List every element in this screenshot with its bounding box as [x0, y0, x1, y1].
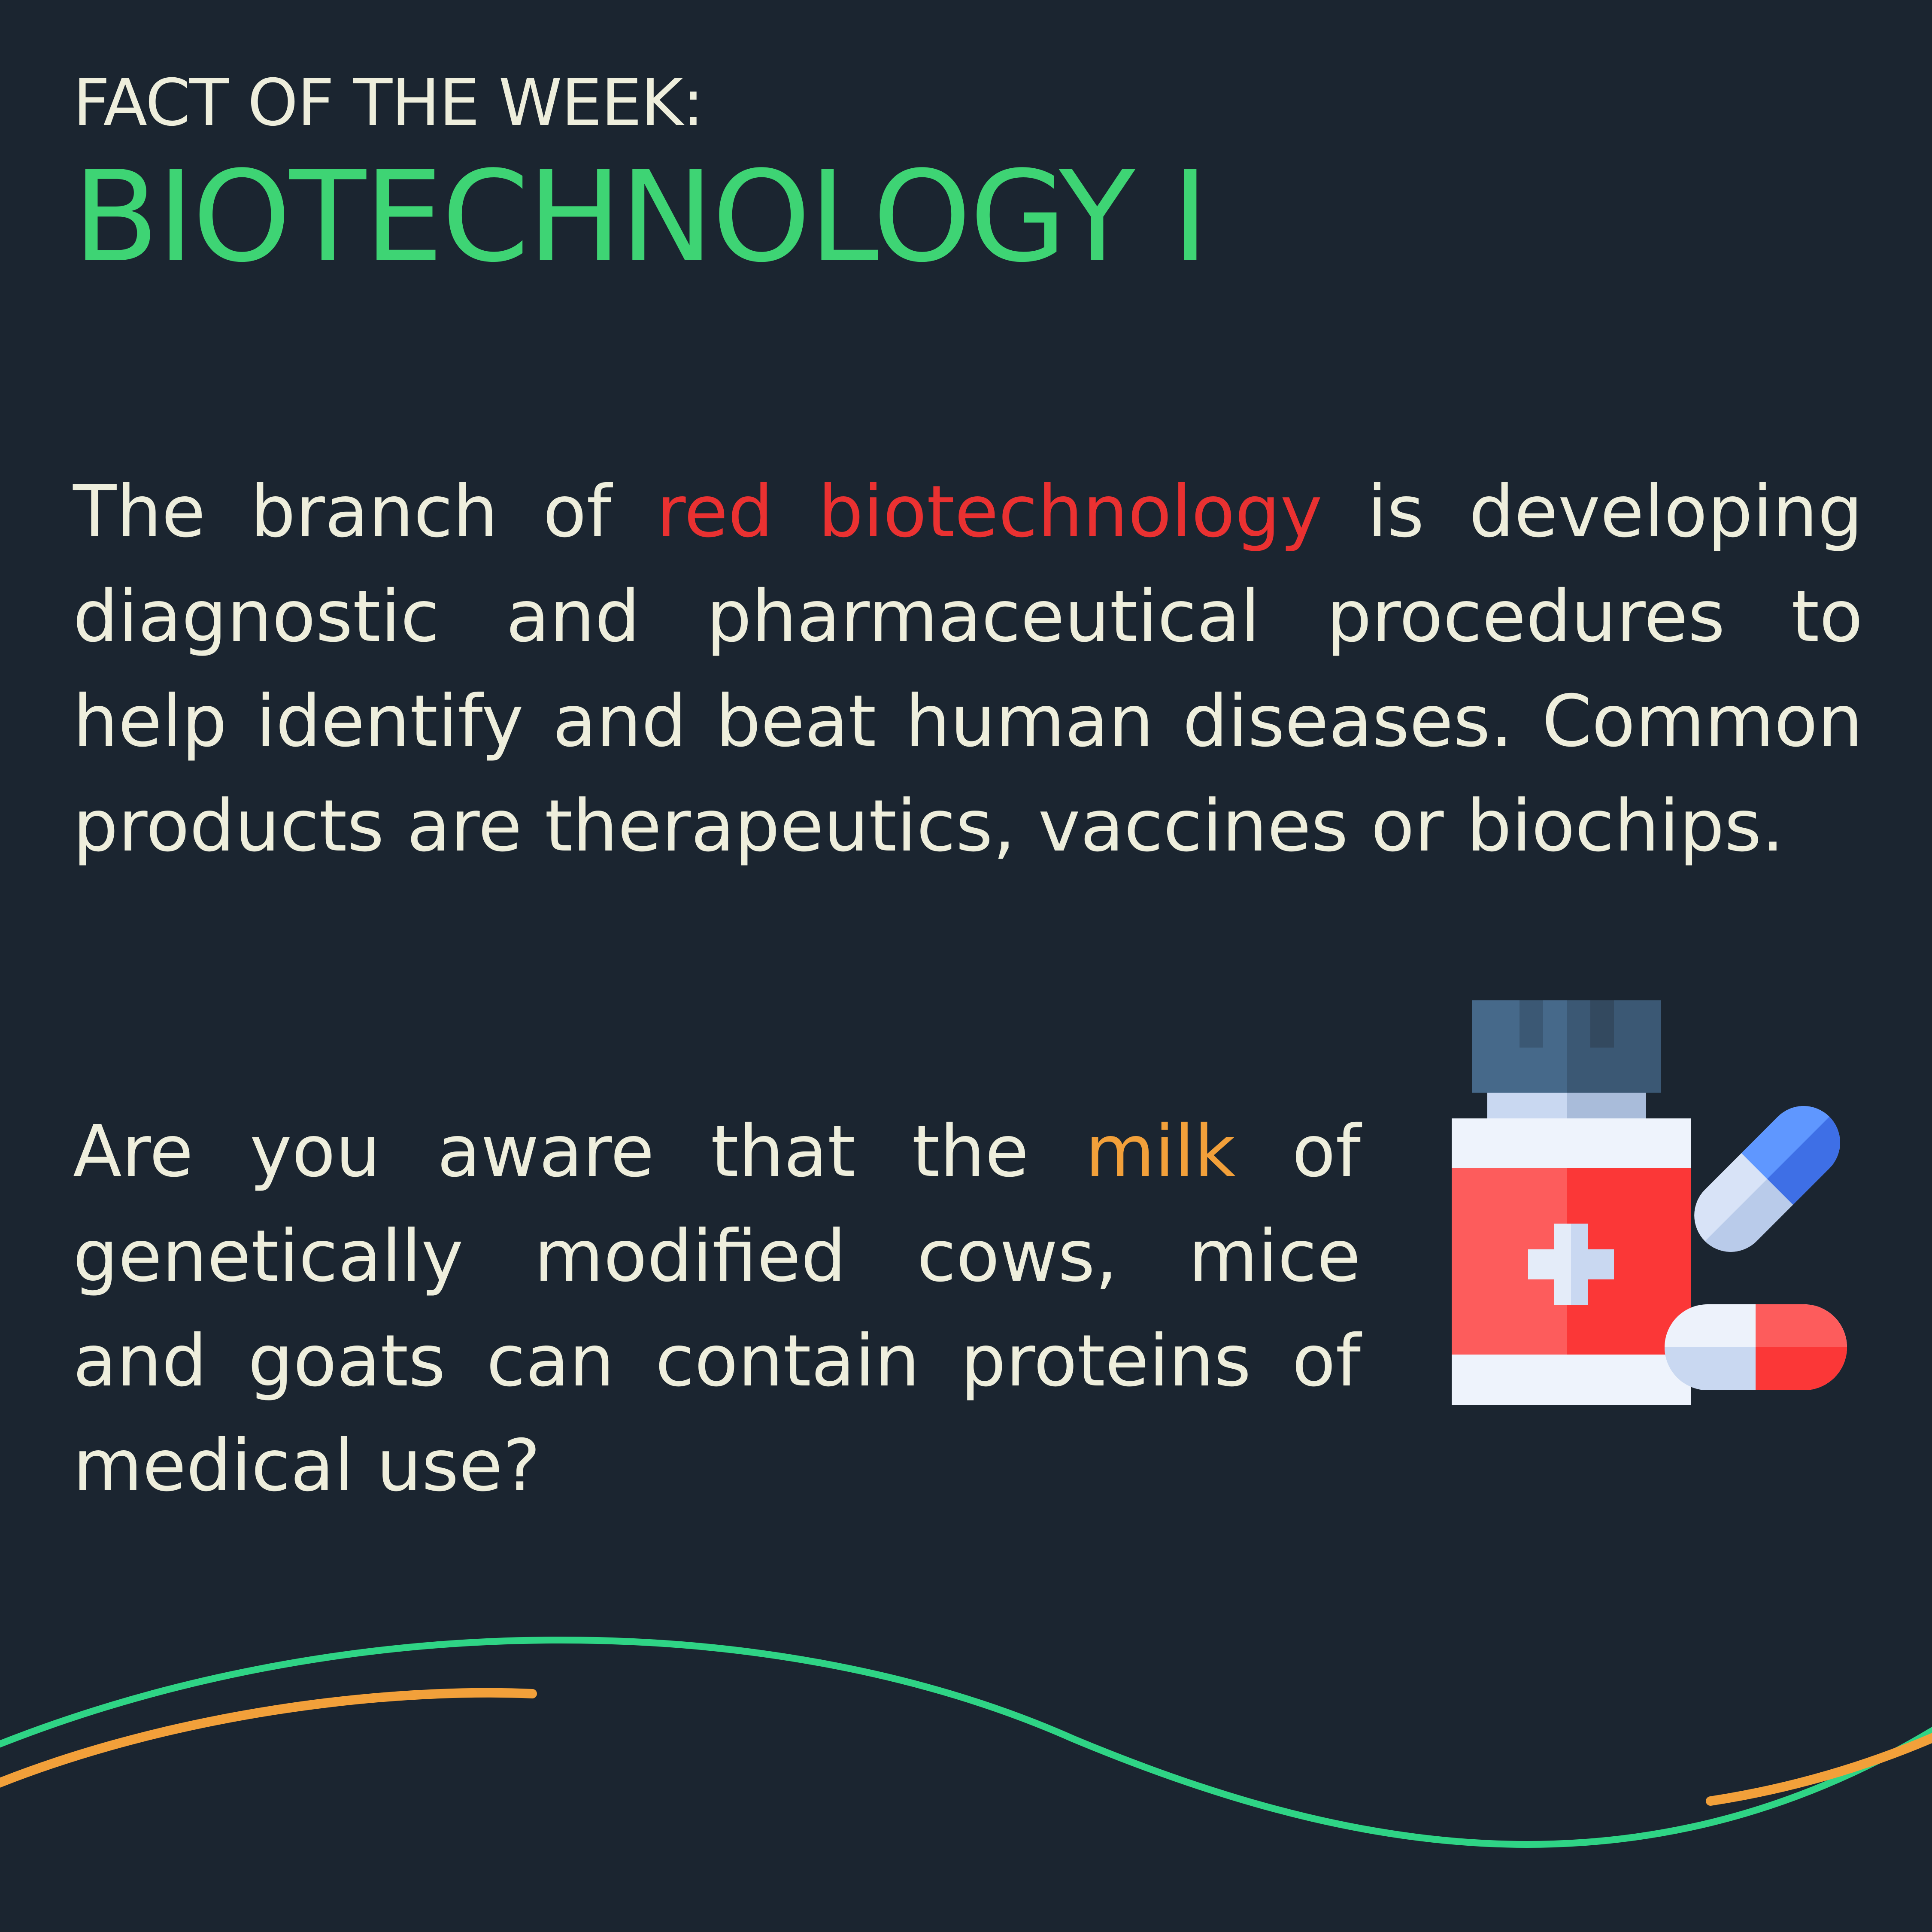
orange-wave-right [1706, 1733, 1932, 1806]
green-wave [0, 1637, 1932, 1848]
fact-card: FACT OF THE WEEK: BIOTECHNOLOGY I The br… [0, 0, 1932, 1932]
orange-wave-left [0, 1688, 537, 1788]
decorative-waves [0, 1637, 1932, 1848]
